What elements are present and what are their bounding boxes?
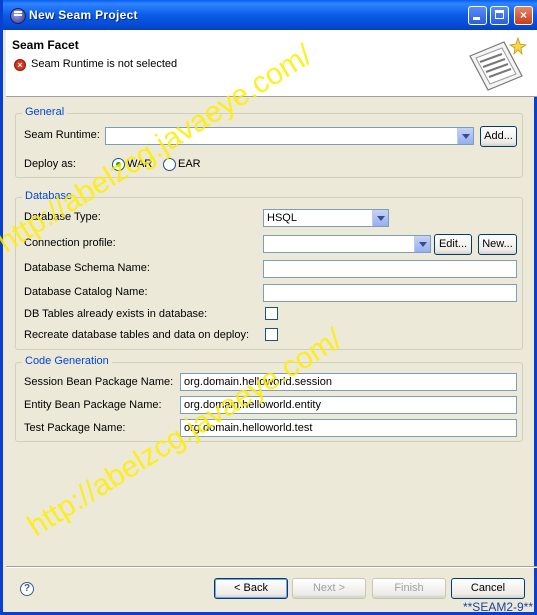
wizard-banner-icon: [469, 36, 528, 91]
new-profile-button[interactable]: New...: [478, 234, 517, 255]
general-group: General: [15, 106, 523, 178]
finish-button[interactable]: Finish: [372, 578, 446, 599]
footer-separator: [6, 566, 537, 568]
seam-runtime-label: Seam Runtime:: [24, 129, 100, 141]
dialog-window: New Seam Project × Seam Facet × Seam Run…: [0, 0, 537, 615]
war-radio[interactable]: [112, 158, 125, 171]
entity-package-input[interactable]: org.domain.helloworld.entity: [180, 396, 517, 414]
wizard-header: Seam Facet × Seam Runtime is not selecte…: [6, 30, 537, 97]
title-bar[interactable]: New Seam Project ×: [3, 0, 537, 30]
schema-name-label: Database Schema Name:: [24, 262, 150, 274]
eclipse-icon: [10, 8, 26, 24]
database-type-label: Database Type:: [24, 211, 101, 223]
back-button[interactable]: < Back: [214, 578, 288, 599]
watermark-tag: **SEAM2-9**: [462, 600, 533, 614]
window-title: New Seam Project: [29, 8, 138, 22]
ear-label: EAR: [178, 158, 201, 170]
deploy-as-label: Deploy as:: [24, 158, 76, 170]
maximize-button[interactable]: [490, 6, 509, 25]
ear-radio[interactable]: [163, 158, 176, 171]
connection-profile-label: Connection profile:: [24, 237, 116, 249]
entity-package-label: Entity Bean Package Name:: [24, 399, 162, 411]
schema-name-input[interactable]: [263, 260, 517, 278]
cancel-button[interactable]: Cancel: [451, 578, 525, 599]
tables-exist-label: DB Tables already exists in database:: [24, 308, 208, 320]
general-legend: General: [22, 106, 68, 118]
codegen-legend: Code Generation: [22, 355, 112, 367]
test-package-input[interactable]: org.domain.helloworld.test: [180, 419, 517, 437]
add-runtime-button[interactable]: Add...: [480, 126, 517, 147]
session-package-label: Session Bean Package Name:: [24, 376, 174, 388]
chevron-down-icon[interactable]: [457, 128, 473, 144]
recreate-tables-label: Recreate database tables and data on dep…: [24, 329, 250, 341]
database-legend: Database: [22, 190, 76, 202]
database-type-value: HSQL: [267, 212, 297, 224]
session-package-input[interactable]: org.domain.helloworld.session: [180, 373, 517, 391]
catalog-name-input[interactable]: [263, 284, 517, 302]
war-label: WAR: [127, 158, 153, 170]
page-title: Seam Facet: [12, 38, 79, 52]
tables-exist-checkbox[interactable]: [265, 307, 278, 320]
help-icon[interactable]: ?: [20, 582, 34, 596]
chevron-down-icon[interactable]: [414, 236, 430, 252]
error-icon: ×: [14, 59, 26, 71]
database-type-combo[interactable]: HSQL: [263, 209, 389, 227]
catalog-name-label: Database Catalog Name:: [24, 286, 148, 298]
test-package-label: Test Package Name:: [24, 422, 126, 434]
chevron-down-icon[interactable]: [372, 210, 388, 226]
error-message: Seam Runtime is not selected: [31, 58, 178, 70]
minimize-button[interactable]: [468, 6, 487, 25]
connection-profile-combo[interactable]: [263, 235, 431, 253]
edit-profile-button[interactable]: Edit...: [434, 234, 472, 255]
seam-runtime-combo[interactable]: [105, 127, 474, 145]
close-button[interactable]: ×: [514, 6, 533, 25]
recreate-tables-checkbox[interactable]: [265, 328, 278, 341]
next-button[interactable]: Next >: [292, 578, 366, 599]
